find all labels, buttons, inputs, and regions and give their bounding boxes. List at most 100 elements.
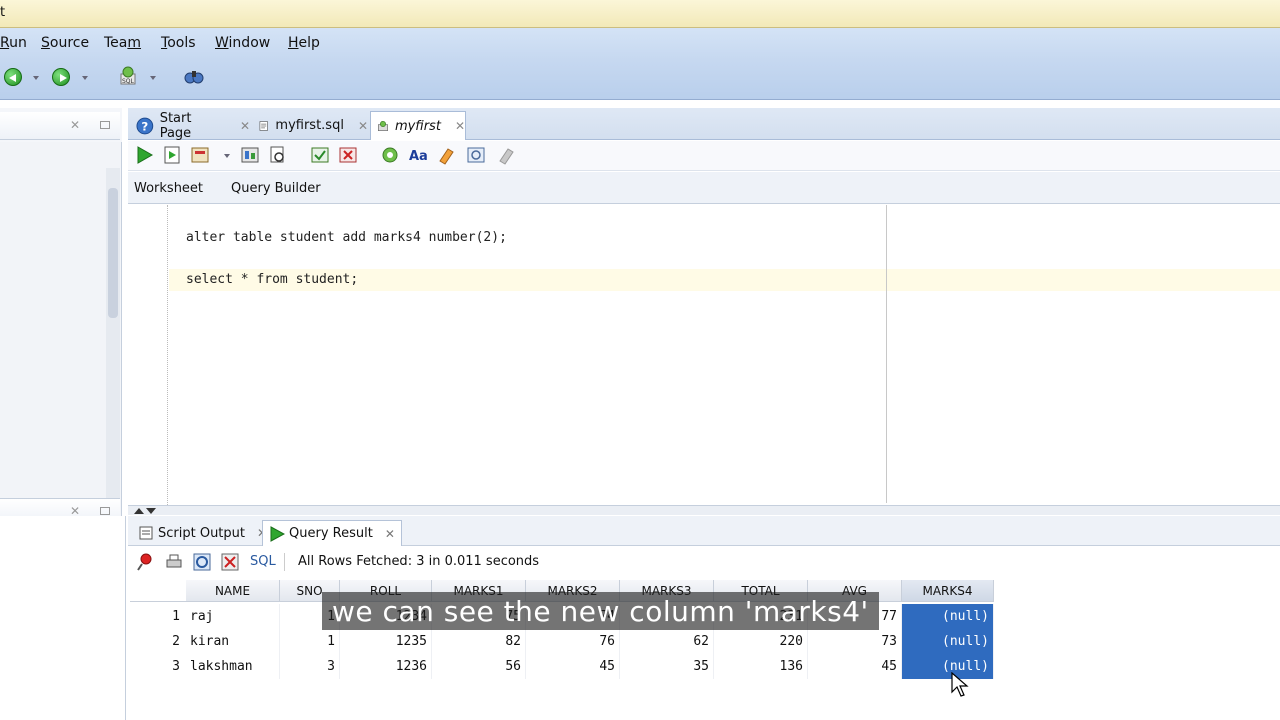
autotrace-icon[interactable]	[190, 145, 210, 165]
tab-script-output[interactable]: Script Output ✕	[132, 520, 273, 546]
table-cell[interactable]: 1235	[340, 629, 432, 654]
table-cell[interactable]: 45	[808, 654, 902, 679]
tab-worksheet[interactable]: Worksheet	[134, 181, 203, 196]
close-tab-icon[interactable]: ✕	[385, 527, 395, 541]
table-cell-selected[interactable]: (null)	[902, 654, 994, 679]
table-cell-selected[interactable]: (null)	[902, 604, 994, 629]
worksheet-dropdown-icon[interactable]	[150, 76, 156, 80]
editor-result-splitter[interactable]	[128, 505, 1280, 515]
row-number-header	[130, 580, 186, 602]
sql-worksheet-icon[interactable]: SQL	[118, 66, 138, 86]
tab-myfirst[interactable]: myfirst ✕	[370, 111, 466, 140]
fetch-status: All Rows Fetched: 3 in 0.011 seconds	[298, 554, 540, 569]
tab-label: Start Page	[159, 110, 192, 141]
table-cell[interactable]: 3	[280, 654, 340, 679]
tab-myfirst-sql[interactable]: myfirst.sql ✕	[252, 111, 368, 140]
window-title: t	[0, 5, 6, 20]
toolbar-divider	[284, 553, 285, 571]
clear-eraser-icon[interactable]	[436, 145, 456, 165]
close-icon[interactable]: ✕	[70, 118, 80, 132]
forward-dropdown-icon[interactable]	[82, 76, 88, 80]
commit-icon[interactable]	[310, 145, 330, 165]
table-cell[interactable]: 73	[808, 629, 902, 654]
db-connection-icon	[377, 121, 388, 131]
forward-icon[interactable]	[52, 68, 70, 86]
explain-plan-icon[interactable]	[240, 145, 260, 165]
menu-window[interactable]: Window	[215, 35, 270, 51]
back-dropdown-icon[interactable]	[33, 76, 39, 80]
code-line-2[interactable]: select * from student;	[186, 272, 358, 287]
column-header-label: MARKS4	[922, 583, 973, 598]
table-cell[interactable]: 220	[714, 629, 808, 654]
to-upper-lower-icon[interactable]: Aa	[408, 145, 428, 165]
table-cell[interactable]: 56	[432, 654, 526, 679]
refresh-icon[interactable]	[192, 552, 212, 572]
tab-query-builder[interactable]: Query Builder	[231, 181, 321, 196]
table-cell[interactable]: kiran	[186, 629, 280, 654]
worksheet-toolbar: Aa	[128, 141, 1280, 171]
minimize-icon[interactable]	[100, 121, 110, 129]
script-output-icon	[139, 526, 153, 540]
tab-start-page[interactable]: ? Start Page ✕	[130, 110, 250, 141]
column-header-name[interactable]: NAME	[186, 580, 280, 602]
row-number[interactable]: 3	[130, 654, 184, 679]
autotrace-dropdown-icon[interactable]	[224, 154, 230, 158]
sql-editor[interactable]: alter table student add marks4 number(2)…	[128, 205, 1280, 505]
menu-help[interactable]: Help	[288, 35, 320, 51]
help-icon: ?	[136, 117, 154, 134]
format-disabled-icon[interactable]	[496, 145, 516, 165]
tab-query-result[interactable]: Query Result ✕	[262, 520, 402, 546]
clear-result-icon[interactable]	[220, 552, 240, 572]
close-tab-icon[interactable]: ✕	[455, 119, 465, 133]
bottom-left-panel	[0, 516, 126, 720]
close-tab-icon[interactable]: ✕	[240, 119, 250, 133]
navigator-scroll-thumb[interactable]	[108, 188, 118, 318]
run-statement-icon[interactable]	[134, 145, 154, 165]
table-cell[interactable]: 62	[620, 629, 714, 654]
expand-up-icon[interactable]	[134, 508, 144, 514]
sql-tuning-icon[interactable]	[380, 145, 400, 165]
right-margin-guide	[886, 205, 887, 503]
table-cell[interactable]: 76	[526, 629, 620, 654]
mouse-cursor-icon	[951, 672, 969, 697]
expand-down-icon[interactable]	[146, 508, 156, 514]
table-cell[interactable]: 1236	[340, 654, 432, 679]
table-cell[interactable]: raj	[186, 604, 280, 629]
close-tab-icon[interactable]: ✕	[358, 119, 368, 133]
sql-file-icon	[259, 120, 268, 131]
back-icon[interactable]	[4, 68, 22, 86]
table-cell[interactable]: 136	[714, 654, 808, 679]
table-cell-selected[interactable]: (null)	[902, 629, 994, 654]
sql-history-icon[interactable]	[466, 145, 486, 165]
code-line-1[interactable]: alter table student add marks4 number(2)…	[186, 230, 507, 245]
svg-text:SQL: SQL	[122, 78, 135, 85]
tab-label: myfirst	[394, 118, 441, 134]
title-bar: t	[0, 0, 1280, 28]
menu-bar: Run Source Team Tools Window Help	[0, 28, 1280, 60]
pin-icon[interactable]	[136, 552, 156, 572]
editor-tabs: ? Start Page ✕ myfirst.sql ✕ myfirst ✕	[128, 108, 1280, 141]
table-cell[interactable]: 35	[620, 654, 714, 679]
run-script-icon[interactable]	[162, 145, 182, 165]
menu-source[interactable]: Source	[41, 35, 89, 51]
menu-run[interactable]: Run	[0, 35, 27, 51]
svg-text:Aa: Aa	[409, 149, 428, 164]
column-header-marks4[interactable]: MARKS4	[902, 580, 994, 602]
table-cell[interactable]: 82	[432, 629, 526, 654]
minimize-icon[interactable]	[100, 507, 110, 515]
table-cell[interactable]: lakshman	[186, 654, 280, 679]
worksheet-subtabs: Worksheet Query Builder	[128, 172, 1280, 204]
result-toolbar: SQL All Rows Fetched: 3 in 0.011 seconds	[128, 547, 1280, 577]
column-header-label: NAME	[214, 583, 251, 598]
table-cell[interactable]: 45	[526, 654, 620, 679]
binoculars-icon[interactable]	[184, 66, 204, 86]
row-number[interactable]: 2	[130, 629, 184, 654]
find-icon[interactable]	[268, 145, 288, 165]
row-number[interactable]: 1	[130, 604, 184, 629]
menu-tools[interactable]: Tools	[161, 35, 196, 51]
rollback-icon[interactable]	[338, 145, 358, 165]
table-cell[interactable]: 1	[280, 629, 340, 654]
sql-link[interactable]: SQL	[250, 554, 276, 569]
menu-team[interactable]: Team	[104, 35, 141, 51]
print-icon[interactable]	[164, 552, 184, 572]
